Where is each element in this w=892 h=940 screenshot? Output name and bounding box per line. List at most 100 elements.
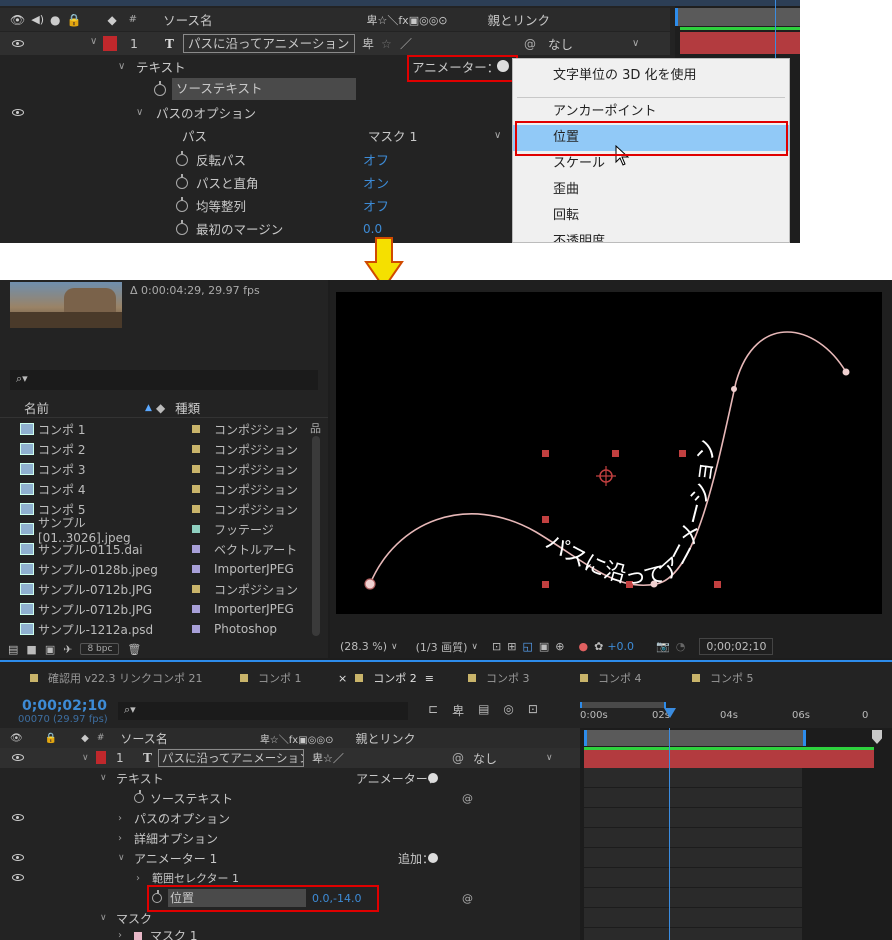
switch-shy-icon[interactable]: 卑 [362, 35, 374, 52]
chevron-down-icon[interactable]: ∨ [632, 38, 639, 49]
timeline-layer-row[interactable]: ∨ 1 T パスに沿ってアニメーション 卑☆／ @ なし ∨ [0, 748, 580, 768]
label-color-swatch[interactable] [192, 485, 200, 493]
visibility-eye-icon[interactable] [12, 109, 24, 116]
visibility-eye-icon[interactable] [12, 754, 24, 761]
chevron-down-icon[interactable]: ∨ [90, 36, 97, 47]
mask-vertex-upper[interactable] [731, 386, 737, 392]
pickwhip-icon[interactable]: @ [452, 751, 464, 765]
sort-ascending-icon[interactable]: ▲ [145, 403, 152, 413]
add-play-icon[interactable] [428, 853, 438, 863]
visibility-eye-icon[interactable] [12, 874, 24, 881]
layer-name-field[interactable]: パスに沿ってアニメーション [183, 34, 355, 53]
exposure-reset-icon[interactable]: ✿ [594, 640, 603, 653]
timeline-timecode[interactable]: 0;00;02;10 [22, 698, 107, 714]
playhead-line[interactable] [669, 728, 670, 940]
bit-depth-button[interactable]: 8 bpc [80, 643, 120, 655]
chevron-right-icon[interactable]: › [136, 873, 140, 884]
transform-handle[interactable] [542, 516, 549, 523]
label-color-swatch[interactable] [192, 585, 200, 593]
project-search-input[interactable]: ⌕▾ [10, 370, 318, 390]
transform-handle[interactable] [542, 450, 549, 457]
label-color-swatch[interactable] [192, 625, 200, 633]
interpret-footage-icon[interactable]: ▤ [8, 643, 18, 656]
network-icon[interactable]: 品 [310, 420, 321, 436]
reverse-path-value[interactable]: オフ [363, 150, 389, 169]
tl-row-mask-1[interactable]: › マスク 1 [0, 928, 580, 940]
mask-vertex-end[interactable] [842, 368, 850, 376]
chevron-down-icon[interactable]: ∨ [118, 61, 125, 72]
project-list-item[interactable]: サンプル-0712b.JPG ImporterJPEG [0, 599, 325, 619]
close-icon[interactable]: × [338, 672, 347, 685]
region-of-interest-icon[interactable]: ⊡ [492, 640, 501, 653]
transform-handle[interactable] [542, 581, 549, 588]
stopwatch-icon[interactable] [134, 790, 144, 803]
project-list-item[interactable]: サンプル-0712b.JPG コンポジション [0, 579, 325, 599]
project-list-item[interactable]: コンポ 2 コンポジション [0, 439, 325, 459]
label-color-swatch[interactable] [192, 605, 200, 613]
parent-select[interactable]: なし [548, 34, 573, 53]
perpendicular-value[interactable]: オン [363, 173, 389, 192]
tl-row-more-options[interactable]: › 詳細オプション [0, 828, 580, 848]
chevron-down-icon[interactable]: ∨ [546, 753, 553, 763]
graph-editor-icon[interactable]: ⊡ [528, 702, 538, 719]
menu-item-skew[interactable]: 歪曲 [513, 177, 789, 203]
project-list-item[interactable]: サンプル-0115.dai ベクトルアート [0, 539, 325, 559]
label-color-swatch[interactable] [192, 505, 200, 513]
timeline-tab[interactable]: コンポ 1 [240, 670, 302, 686]
label-color-swatch[interactable] [103, 36, 117, 51]
work-area-span[interactable] [584, 730, 806, 746]
time-ruler[interactable]: 0:00s 02s 04s 06s 0 [580, 698, 892, 726]
trash-icon[interactable]: 🗑 [127, 643, 141, 656]
label-color-swatch[interactable] [192, 525, 200, 533]
chevron-right-icon[interactable]: › [118, 813, 122, 824]
label-color-swatch[interactable] [192, 545, 200, 553]
project-list-item[interactable]: コンポ 3 コンポジション [0, 459, 325, 479]
new-folder-icon[interactable]: ■ [26, 643, 36, 656]
mask-color-swatch[interactable] [134, 932, 142, 940]
zoom-select[interactable]: (28.3 %) [340, 640, 387, 653]
viewer-timecode[interactable]: 0;00;02;10 [699, 638, 774, 655]
guides-icon[interactable]: ⊕ [555, 640, 564, 653]
label-color-swatch[interactable] [192, 425, 200, 433]
col-name[interactable]: 名前 [24, 398, 49, 417]
exposure-value[interactable]: +0.0 [607, 640, 634, 653]
top-layer-row[interactable]: ∨ 1 T パスに沿ってアニメーション 卑 ☆ ／ @ なし ∨ [0, 32, 670, 55]
project-list-item[interactable]: コンポ 4 コンポジション [0, 479, 325, 499]
timeline-tab[interactable]: コンポ 3 [468, 670, 530, 686]
stopwatch-icon[interactable] [176, 220, 188, 235]
top-layer-bar[interactable] [680, 32, 800, 54]
chevron-down-icon[interactable]: ∨ [471, 642, 478, 652]
chevron-down-icon[interactable]: ∨ [118, 853, 125, 863]
shy-layers-icon[interactable]: 卑 [452, 702, 464, 719]
chevron-down-icon[interactable]: ∨ [100, 913, 107, 923]
timeline-tab[interactable]: 確認用 v22.3 リンクコンポ 21 [30, 670, 203, 686]
chevron-down-icon[interactable]: ∨ [136, 107, 143, 118]
top-work-area-bar[interactable] [675, 8, 800, 26]
visibility-eye-icon[interactable] [12, 854, 24, 861]
tl-row-source-text[interactable]: ソーステキスト @ [0, 788, 580, 808]
transform-handle[interactable] [612, 450, 619, 457]
snapshot-icon[interactable]: 📷 [656, 640, 670, 653]
timeline-tab[interactable]: × コンポ 2 ≡ [338, 670, 434, 686]
layer-duration-bar[interactable] [584, 750, 874, 768]
motion-blur-icon[interactable]: ◎ [503, 702, 513, 719]
visibility-eye-icon[interactable] [12, 814, 24, 821]
path-select[interactable]: マスク 1 [368, 126, 417, 145]
composition-flowchart-icon[interactable]: ⊏ [428, 702, 438, 719]
resolution-select[interactable]: (1/3 画質) [416, 639, 468, 655]
pickwhip-icon[interactable]: @ [462, 892, 473, 905]
first-margin-value[interactable]: 0.0 [363, 222, 382, 236]
project-list-item[interactable]: サンプル-1212a.psd Photoshop [0, 619, 325, 639]
menu-item-opacity[interactable]: 不透明度 [513, 229, 789, 242]
col-type[interactable]: 種類 [175, 398, 200, 417]
switch-quality-icon[interactable]: ／ [400, 35, 412, 52]
project-list-item[interactable]: サンプル[01..3026].jpeg フッテージ [0, 516, 325, 545]
chevron-down-icon[interactable]: ∨ [391, 642, 398, 652]
layer-name-field[interactable]: パスに沿ってアニメーション [158, 749, 304, 767]
stopwatch-icon[interactable] [176, 197, 188, 212]
label-color-swatch[interactable] [192, 445, 200, 453]
project-scrollbar[interactable] [312, 436, 320, 636]
switch-collapse-icon[interactable]: ☆ [381, 37, 392, 51]
pickwhip-icon[interactable]: @ [462, 792, 473, 805]
timeline-tab[interactable]: コンポ 4 [580, 670, 642, 686]
